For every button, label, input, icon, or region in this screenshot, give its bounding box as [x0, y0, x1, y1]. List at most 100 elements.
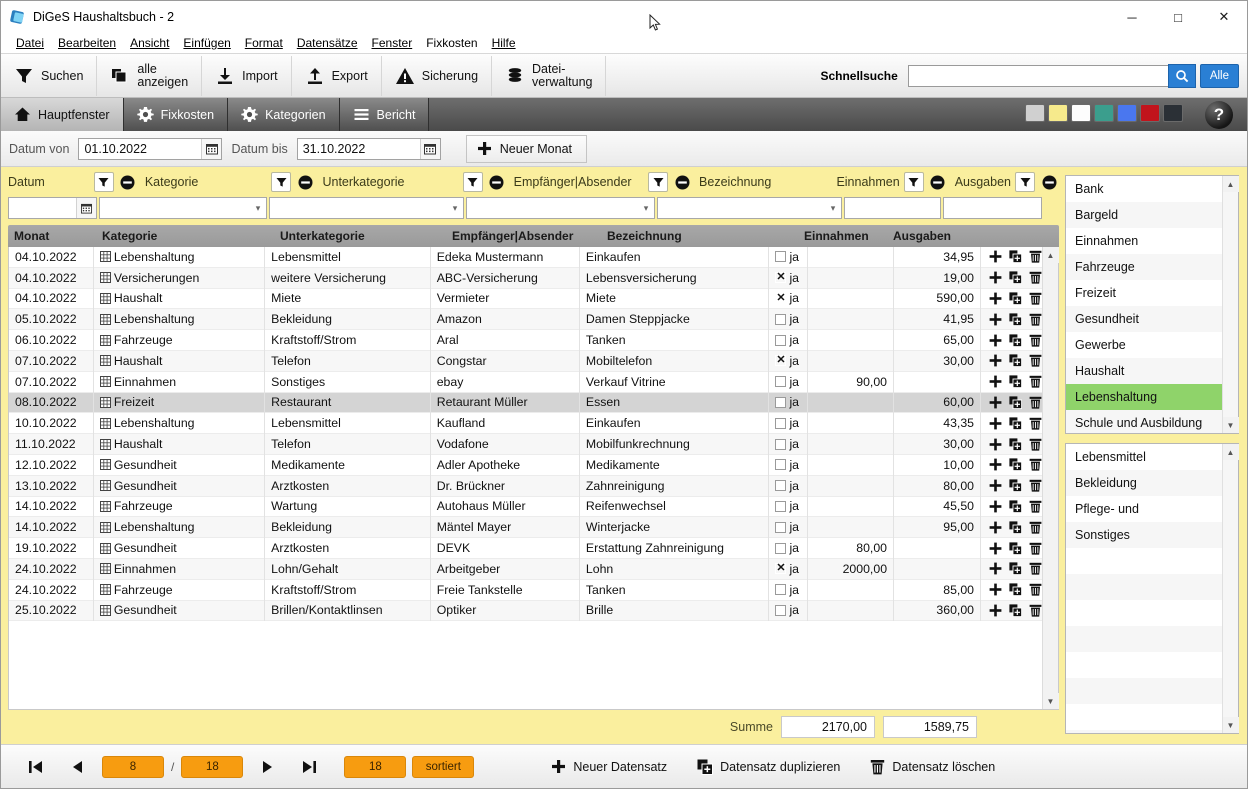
subcategory-list-item[interactable]: Bekleidung: [1066, 470, 1222, 496]
row-delete-icon[interactable]: [1029, 334, 1042, 347]
cell-bezeichnung[interactable]: Miete: [580, 288, 770, 309]
row-delete-icon[interactable]: [1029, 292, 1042, 305]
cell-bezeichnung[interactable]: Tanken: [580, 579, 770, 600]
cell-empfaenger[interactable]: Dr. Brückner: [431, 475, 580, 496]
cell-empfaenger[interactable]: Autohaus Müller: [431, 496, 580, 517]
fixkosten-checkbox[interactable]: [775, 418, 786, 429]
chevron-down-icon[interactable]: ▾: [250, 198, 266, 218]
row-add-icon[interactable]: [989, 458, 1002, 471]
cell-unterkategorie[interactable]: Lebensmittel: [265, 413, 431, 434]
cell-empfaenger[interactable]: Edeka Mustermann: [431, 247, 580, 267]
tab-kategorien[interactable]: Kategorien: [228, 98, 339, 131]
alle-button[interactable]: Alle: [1200, 64, 1239, 88]
cell-fixkosten-flag[interactable]: ✕ja: [769, 288, 808, 309]
row-duplicate-icon[interactable]: [1009, 354, 1022, 367]
cell-kategorie[interactable]: Versicherungen: [94, 267, 265, 288]
scroll-down-icon[interactable]: ▼: [1223, 717, 1239, 733]
table-row[interactable]: 24.10.2022EinnahmenLohn/GehaltArbeitgebe…: [9, 559, 1042, 580]
row-delete-icon[interactable]: [1029, 521, 1042, 534]
cell-datum[interactable]: 24.10.2022: [9, 579, 94, 600]
row-duplicate-icon[interactable]: [1009, 396, 1022, 409]
cell-bezeichnung[interactable]: Erstattung Zahnreinigung: [580, 538, 770, 559]
fixkosten-checkbox[interactable]: ✕: [775, 355, 786, 366]
cell-datum[interactable]: 11.10.2022: [9, 434, 94, 455]
fixkosten-checkbox[interactable]: ✕: [775, 563, 786, 574]
cell-ausgaben[interactable]: 60,00: [894, 392, 981, 413]
table-row[interactable]: 07.10.2022EinnahmenSonstigesebayVerkauf …: [9, 372, 1042, 393]
cell-bezeichnung[interactable]: Lebensversicherung: [580, 267, 770, 288]
fixkosten-checkbox[interactable]: [775, 543, 786, 554]
cell-einnahmen[interactable]: [808, 579, 894, 600]
fixkosten-checkbox[interactable]: [775, 251, 786, 262]
table-row[interactable]: 13.10.2022GesundheitArztkostenDr. Brückn…: [9, 476, 1042, 497]
calendar-icon[interactable]: [420, 139, 440, 159]
cell-fixkosten-flag[interactable]: ja: [769, 538, 808, 559]
cell-datum[interactable]: 12.10.2022: [9, 454, 94, 475]
menu-bearbeiten[interactable]: Bearbeiten: [51, 34, 123, 52]
funnel-icon[interactable]: [463, 172, 483, 192]
swatch-blue[interactable]: [1117, 104, 1137, 122]
cell-kategorie[interactable]: Freizeit: [94, 392, 265, 413]
cell-empfaenger[interactable]: ABC-Versicherung: [431, 267, 580, 288]
minus-circle-icon[interactable]: [118, 172, 138, 192]
cell-kategorie[interactable]: Gesundheit: [94, 454, 265, 475]
minus-circle-icon[interactable]: [295, 172, 315, 192]
scroll-down-icon[interactable]: ▼: [1223, 417, 1239, 433]
scroll-up-icon[interactable]: ▲: [1043, 247, 1059, 263]
cell-fixkosten-flag[interactable]: ja: [769, 475, 808, 496]
cell-ausgaben[interactable]: 95,00: [894, 517, 981, 538]
category-list-item[interactable]: Bank: [1066, 176, 1222, 202]
cell-unterkategorie[interactable]: Restaurant: [265, 392, 431, 413]
search-button[interactable]: [1168, 64, 1196, 88]
col-kategorie[interactable]: Kategorie: [96, 229, 274, 243]
row-duplicate-icon[interactable]: [1009, 250, 1022, 263]
cell-datum[interactable]: 07.10.2022: [9, 350, 94, 371]
row-add-icon[interactable]: [989, 396, 1002, 409]
cell-kategorie[interactable]: Gesundheit: [94, 475, 265, 496]
cell-ausgaben[interactable]: 80,00: [894, 475, 981, 496]
subcategory-list-item-empty[interactable]: [1066, 652, 1222, 678]
cell-kategorie[interactable]: Fahrzeuge: [94, 496, 265, 517]
cell-fixkosten-flag[interactable]: ja: [769, 454, 808, 475]
cell-einnahmen[interactable]: [808, 350, 894, 371]
row-duplicate-icon[interactable]: [1009, 375, 1022, 388]
scroll-up-icon[interactable]: ▲: [1223, 176, 1239, 192]
cell-ausgaben[interactable]: [894, 558, 981, 579]
category-list-item[interactable]: Gesundheit: [1066, 306, 1222, 332]
row-delete-icon[interactable]: [1029, 271, 1042, 284]
subcategory-list-item[interactable]: Lebensmittel: [1066, 444, 1222, 470]
table-row[interactable]: 05.10.2022LebenshaltungBekleidungAmazonD…: [9, 309, 1042, 330]
swatch-red[interactable]: [1140, 104, 1160, 122]
row-delete-icon[interactable]: [1029, 479, 1042, 492]
table-scrollbar[interactable]: ▲ ▼: [1042, 247, 1058, 709]
cell-empfaenger[interactable]: Vermieter: [431, 288, 580, 309]
chevron-down-icon[interactable]: ▾: [638, 198, 654, 218]
cell-ausgaben[interactable]: 10,00: [894, 454, 981, 475]
table-row[interactable]: 11.10.2022HaushaltTelefonVodafoneMobilfu…: [9, 434, 1042, 455]
swatch-teal[interactable]: [1094, 104, 1114, 122]
subcategory-list-item-empty[interactable]: [1066, 626, 1222, 652]
row-add-icon[interactable]: [989, 500, 1002, 513]
category-list-item[interactable]: Fahrzeuge: [1066, 254, 1222, 280]
fixkosten-checkbox[interactable]: ✕: [775, 293, 786, 304]
dateiverwaltung-button[interactable]: Datei- verwaltung: [492, 56, 606, 96]
cell-fixkosten-flag[interactable]: ja: [769, 392, 808, 413]
cell-kategorie[interactable]: Einnahmen: [94, 558, 265, 579]
cell-ausgaben[interactable]: 360,00: [894, 600, 981, 621]
tab-bericht[interactable]: Bericht: [340, 98, 430, 131]
cell-empfaenger[interactable]: Mäntel Mayer: [431, 517, 580, 538]
cell-unterkategorie[interactable]: Lohn/Gehalt: [265, 558, 431, 579]
filter-empfaenger-input[interactable]: [467, 198, 638, 218]
subcategory-list-item-empty[interactable]: [1066, 600, 1222, 626]
cell-unterkategorie[interactable]: Lebensmittel: [265, 247, 431, 267]
swatch-white[interactable]: [1071, 104, 1091, 122]
cell-empfaenger[interactable]: Kaufland: [431, 413, 580, 434]
row-duplicate-icon[interactable]: [1009, 438, 1022, 451]
datum-bis-input[interactable]: [298, 139, 420, 159]
col-ausgaben[interactable]: Ausgaben: [887, 229, 977, 243]
calendar-icon[interactable]: [76, 198, 96, 218]
fixkosten-checkbox[interactable]: ✕: [775, 272, 786, 283]
cell-unterkategorie[interactable]: Kraftstoff/Strom: [265, 579, 431, 600]
cell-empfaenger[interactable]: Retaurant Müller: [431, 392, 580, 413]
cell-ausgaben[interactable]: 45,50: [894, 496, 981, 517]
